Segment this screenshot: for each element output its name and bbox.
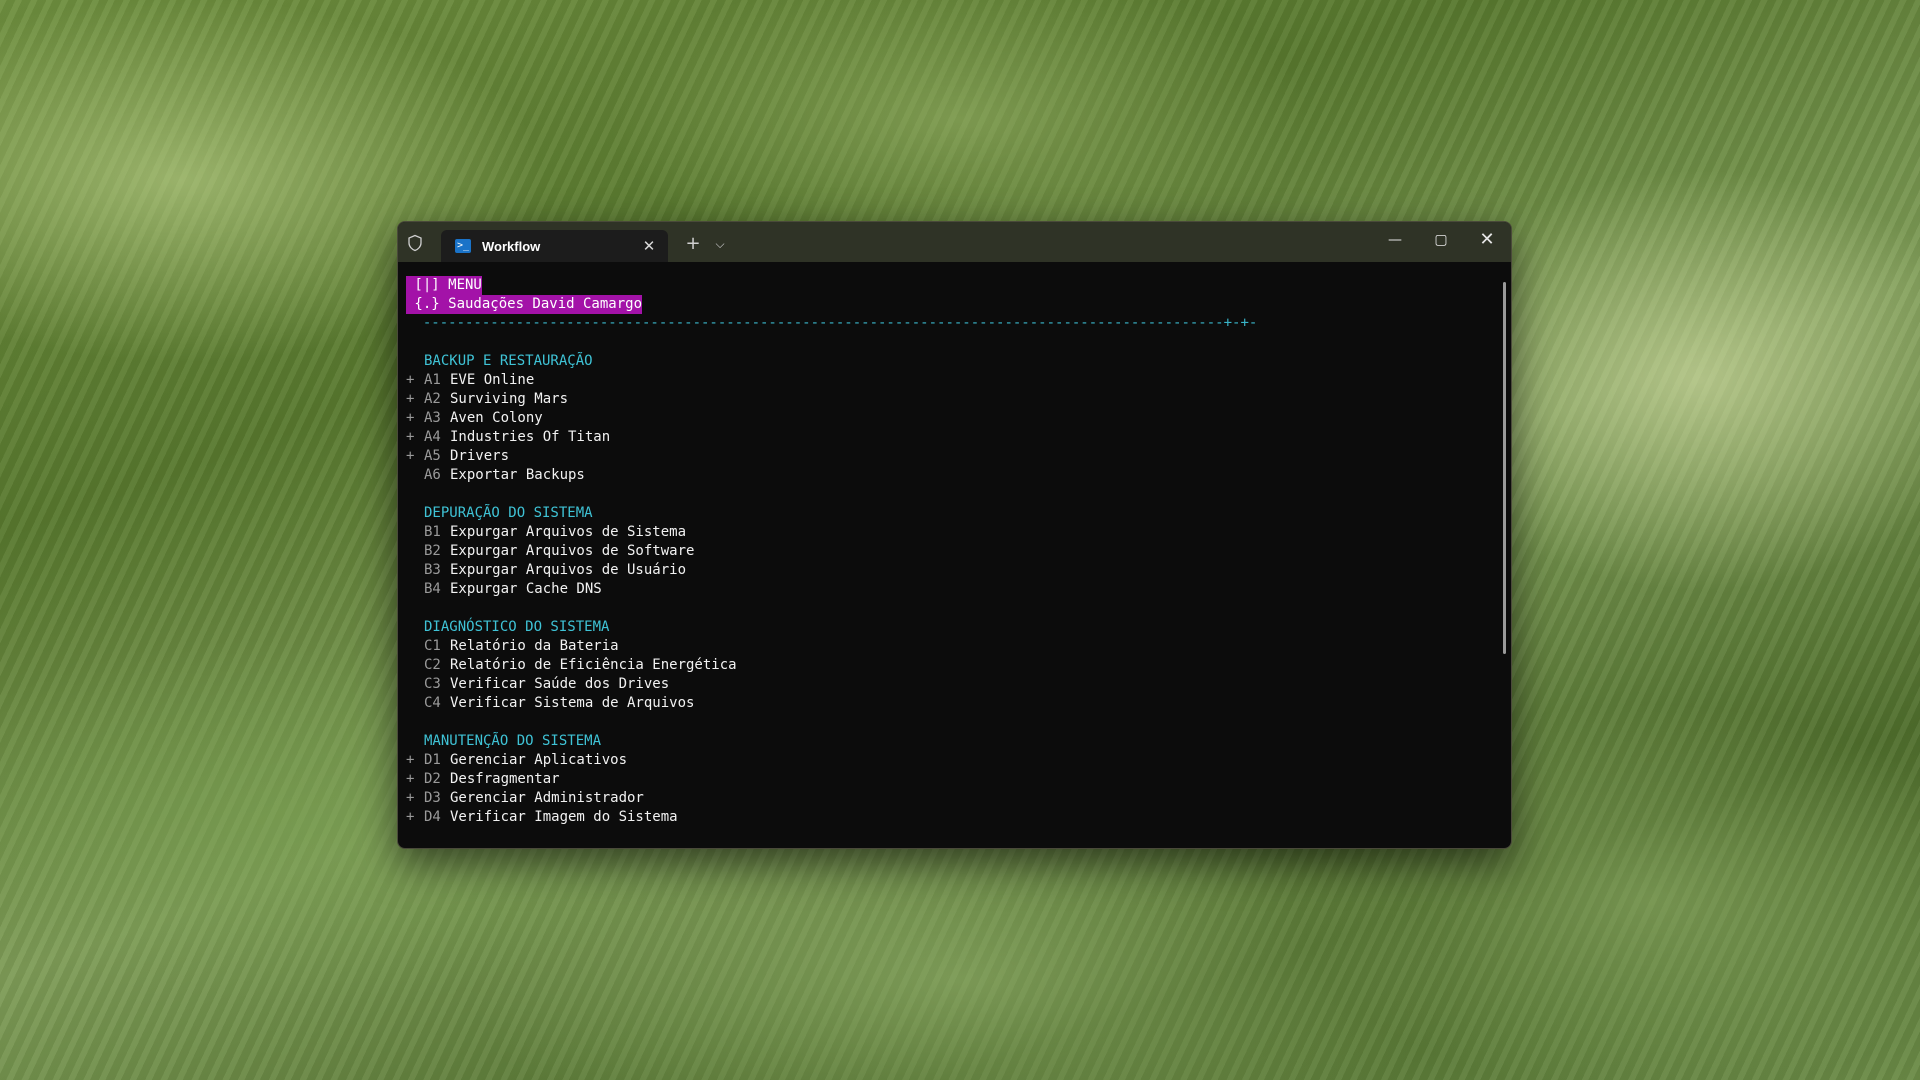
expand-bullet: + [406, 752, 415, 768]
shield-icon [408, 234, 422, 252]
section-title: DIAGNÓSTICO DO SISTEMA [424, 619, 610, 635]
menu-item-label: Expurgar Arquivos de Usuário [450, 562, 687, 578]
menu-item[interactable]: C1 Relatório da Bateria [406, 637, 619, 656]
menu-item-code: A1 [424, 372, 441, 388]
menu-item-label: Verificar Saúde dos Drives [450, 676, 670, 692]
menu-item-label: Exportar Backups [450, 467, 585, 483]
menu-item-code: C3 [424, 676, 441, 692]
menu-item-label: Expurgar Cache DNS [450, 581, 602, 597]
menu-item-code: B3 [424, 562, 441, 578]
new-tab-button[interactable]: + [681, 232, 705, 256]
expand-bullet: + [406, 448, 415, 464]
menu-item-label: EVE Online [450, 372, 535, 388]
terminal-window[interactable]: >_ Workflow ✕ + ⌵ — ▢ ✕ [|] MENU {.} Sau… [397, 221, 1512, 849]
menu-item-code: A4 [424, 429, 441, 445]
menu-item-label: Verificar Imagem do Sistema [450, 809, 678, 825]
menu-item-code: A2 [424, 391, 441, 407]
menu-item-code: A5 [424, 448, 441, 464]
scrollbar[interactable] [1503, 282, 1506, 654]
section-title: DEPURAÇÃO DO SISTEMA [424, 505, 593, 521]
section-title: BACKUP E RESTAURAÇÃO [424, 353, 593, 369]
expand-bullet: + [406, 790, 415, 806]
menu-item[interactable]: B2 Expurgar Arquivos de Software [406, 542, 694, 561]
maximize-button[interactable]: ▢ [1418, 222, 1464, 262]
tab-title: Workflow [482, 238, 541, 254]
menu-item[interactable]: + D3 Gerenciar Administrador [406, 789, 644, 808]
menu-item-code: A3 [424, 410, 441, 426]
close-window-button[interactable]: ✕ [1464, 222, 1510, 262]
menu-item[interactable]: C4 Verificar Sistema de Arquivos [406, 694, 694, 713]
menu-banner: [|] MENU [406, 276, 482, 295]
minimize-button[interactable]: — [1372, 222, 1418, 262]
menu-item-code: C4 [424, 695, 441, 711]
menu-item-code: D3 [424, 790, 441, 806]
menu-item[interactable]: + A3 Aven Colony [406, 409, 543, 428]
menu-item-label: Surviving Mars [450, 391, 569, 407]
menu-item-code: B4 [424, 581, 441, 597]
expand-bullet: + [406, 429, 415, 445]
menu-item-code: D2 [424, 771, 441, 787]
menu-item[interactable]: + A2 Surviving Mars [406, 390, 568, 409]
expand-bullet: + [406, 410, 415, 426]
powershell-icon: >_ [455, 239, 471, 253]
menu-item-label: Gerenciar Aplicativos [450, 752, 628, 768]
menu-item[interactable]: C2 Relatório de Eficiência Energética [406, 656, 737, 675]
menu-item[interactable]: + A1 EVE Online [406, 371, 534, 390]
menu-item-label: Relatório de Eficiência Energética [450, 657, 737, 673]
menu-item[interactable]: A6 Exportar Backups [406, 466, 585, 485]
title-bar[interactable]: >_ Workflow ✕ + ⌵ — ▢ ✕ [398, 222, 1511, 262]
menu-item-code: C1 [424, 638, 441, 654]
menu-item-label: Relatório da Bateria [450, 638, 619, 654]
menu-item[interactable]: B1 Expurgar Arquivos de Sistema [406, 523, 686, 542]
menu-item[interactable]: C3 Verificar Saúde dos Drives [406, 675, 669, 694]
tab-close-icon[interactable]: ✕ [640, 237, 658, 255]
divider-line: ----------------------------------------… [406, 315, 1258, 331]
menu-item[interactable]: + D1 Gerenciar Aplicativos [406, 751, 627, 770]
menu-item-label: Verificar Sistema de Arquivos [450, 695, 695, 711]
menu-item[interactable]: + D4 Verificar Imagem do Sistema [406, 808, 678, 827]
menu-item-label: Gerenciar Administrador [450, 790, 644, 806]
menu-item[interactable]: + A4 Industries Of Titan [406, 428, 610, 447]
menu-item-label: Expurgar Arquivos de Software [450, 543, 695, 559]
menu-item[interactable]: B4 Expurgar Cache DNS [406, 580, 602, 599]
menu-item[interactable]: B3 Expurgar Arquivos de Usuário [406, 561, 686, 580]
expand-bullet: + [406, 372, 415, 388]
expand-bullet: + [406, 771, 415, 787]
menu-item-label: Desfragmentar [450, 771, 560, 787]
expand-bullet: + [406, 809, 415, 825]
terminal-content[interactable]: [|] MENU {.} Saudações David Camargo ---… [398, 262, 1511, 848]
menu-item-label: Drivers [450, 448, 510, 464]
tab-dropdown-button[interactable]: ⌵ [709, 232, 731, 256]
menu-item-label: Industries Of Titan [450, 429, 611, 445]
menu-item-code: D4 [424, 809, 441, 825]
section-title: MANUTENÇÃO DO SISTEMA [424, 733, 602, 749]
menu-item-code: D1 [424, 752, 441, 768]
expand-bullet: + [406, 391, 415, 407]
menu-item-code: B2 [424, 543, 441, 559]
menu-item-label: Aven Colony [450, 410, 543, 426]
menu-item-code: A6 [424, 467, 441, 483]
greeting-banner: {.} Saudações David Camargo [406, 295, 643, 314]
menu-item[interactable]: + A5 Drivers [406, 447, 509, 466]
menu-item-label: Expurgar Arquivos de Sistema [450, 524, 687, 540]
menu-item-code: B1 [424, 524, 441, 540]
menu-item-code: C2 [424, 657, 441, 673]
tab-workflow[interactable]: >_ Workflow ✕ [441, 230, 668, 262]
menu-item[interactable]: + D2 Desfragmentar [406, 770, 560, 789]
